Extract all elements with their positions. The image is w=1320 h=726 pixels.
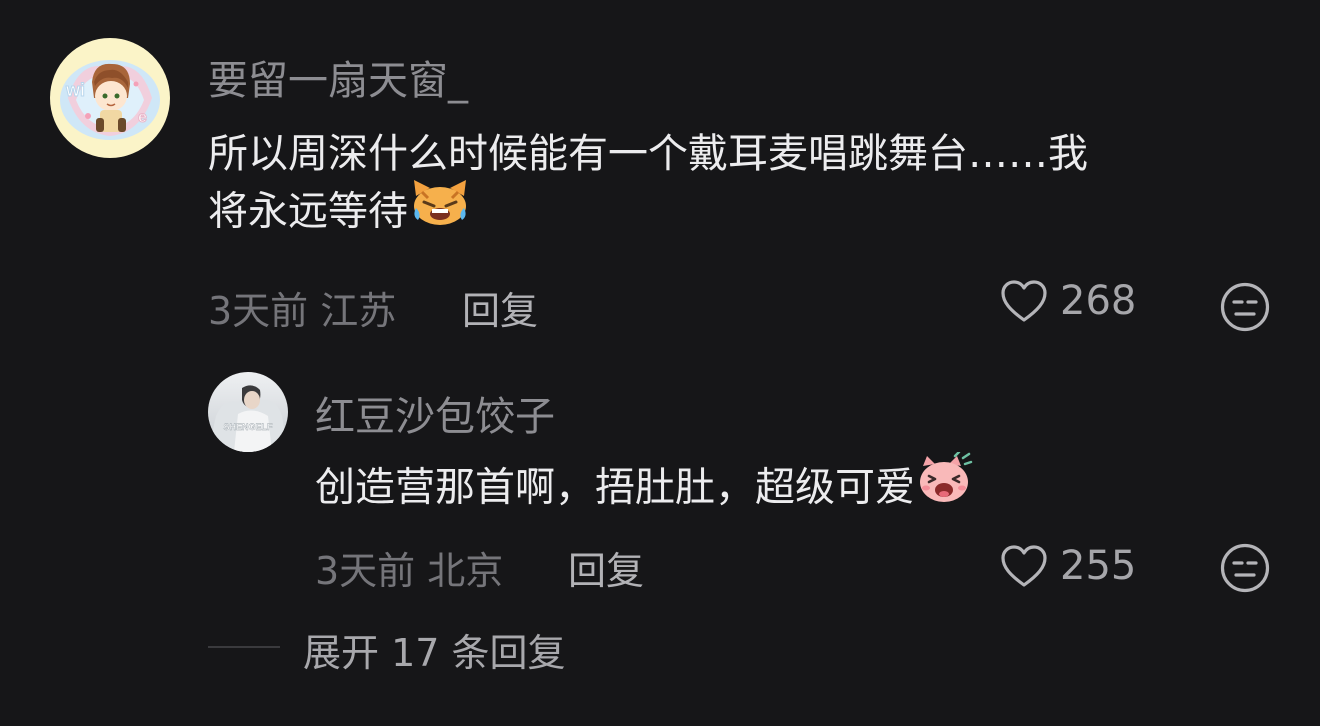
reply-time-location: 3天前 北京 [315, 549, 504, 593]
reply-text: 创造营那首啊，捂肚肚，超级可爱 [315, 450, 975, 523]
comment-text-line-2: 将永远等待 [208, 180, 1088, 245]
photo-avatar-image: SHENGELF [208, 372, 288, 452]
comment-time-location: 3天前 江苏 [208, 289, 397, 333]
comment-dislike-button[interactable] [1219, 281, 1271, 333]
comment-text-line-2-text: 将永远等待 [208, 188, 408, 235]
expand-divider [208, 646, 280, 648]
avatar-watermark-text: SHENGELF [223, 422, 273, 432]
commenter-avatar[interactable]: wi e [50, 38, 170, 158]
avatar-badge-tail: e [138, 109, 147, 126]
commenter-username[interactable]: 要留一扇天窗_ [208, 48, 468, 106]
reply-dislike-button[interactable] [1219, 542, 1271, 594]
comment-thread: wi e 要留一扇天窗_ 所以周深什么时候能有一个戴耳麦唱跳舞台……我 将永远等… [0, 0, 1320, 726]
comment-reply-button[interactable]: 回复 [462, 280, 538, 335]
crying-cat-emoji-icon [410, 178, 470, 241]
comment-text: 所以周深什么时候能有一个戴耳麦唱跳舞台……我 将永远等待 [208, 126, 1088, 245]
avatar-badge-text: wi [65, 80, 85, 100]
heart-icon [1000, 544, 1048, 588]
comment-text-line-1: 所以周深什么时候能有一个戴耳麦唱跳舞台……我 [208, 131, 1088, 177]
reply-like-count: 255 [1060, 543, 1137, 589]
comment-like-button[interactable]: 268 [1000, 278, 1136, 324]
comment-like-count: 268 [1060, 278, 1137, 324]
expand-replies-button[interactable]: 展开 17 条回复 [303, 622, 566, 677]
replier-username[interactable]: 红豆沙包饺子 [315, 384, 555, 442]
replier-avatar[interactable]: SHENGELF [208, 372, 288, 452]
unamused-face-icon [1220, 543, 1270, 593]
unamused-face-icon [1220, 282, 1270, 332]
reply-like-button[interactable]: 255 [1000, 543, 1136, 589]
laughing-pig-emoji-icon [917, 450, 975, 519]
anime-avatar-image: wi e [50, 38, 170, 158]
reply-reply-button[interactable]: 回复 [568, 540, 644, 595]
reply-text-content: 创造营那首啊，捂肚肚，超级可爱 [315, 464, 915, 511]
heart-icon [1000, 279, 1048, 323]
